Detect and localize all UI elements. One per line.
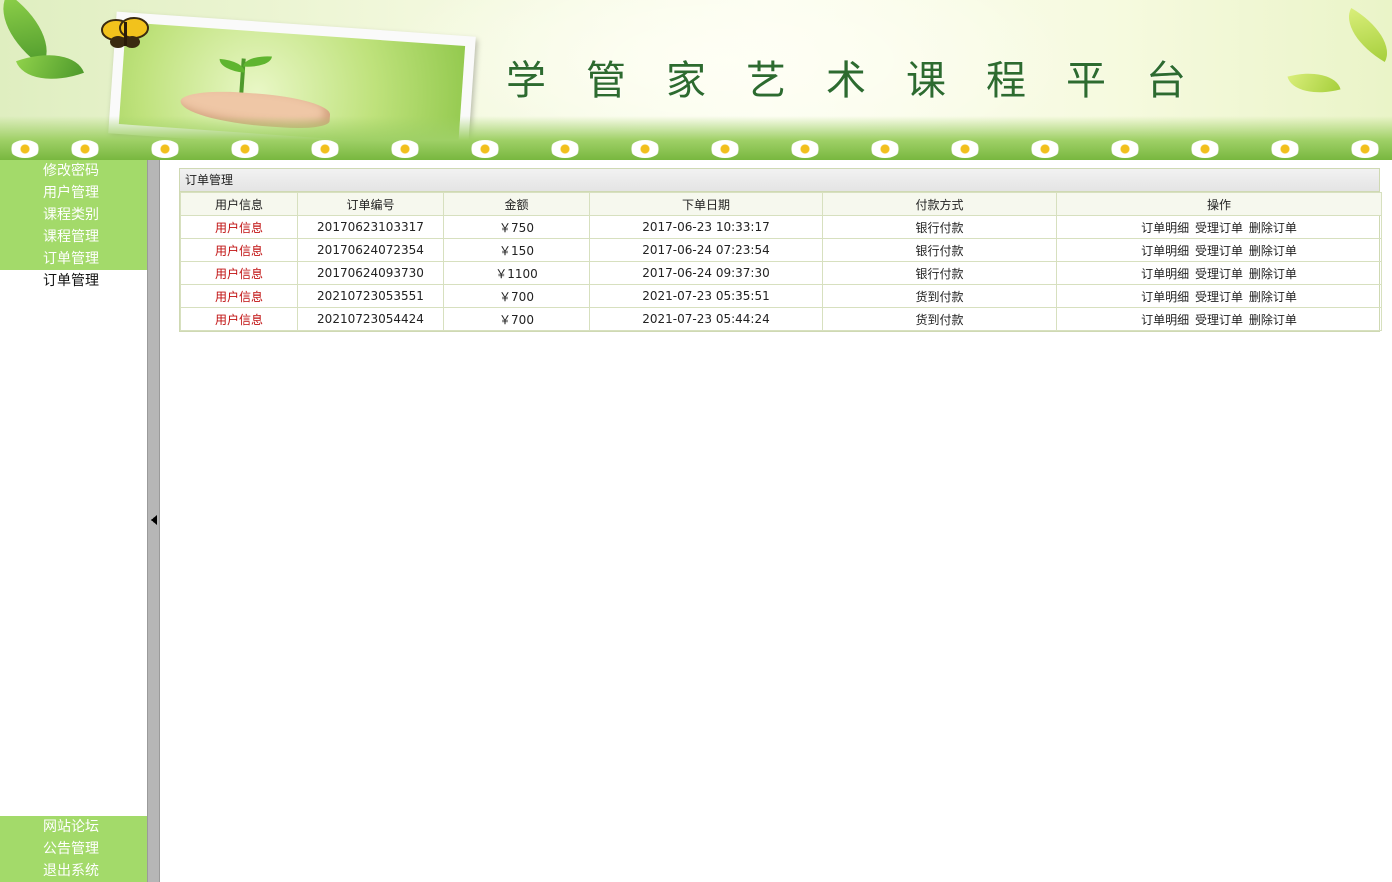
delete-order-link[interactable]: 删除订单 <box>1249 244 1297 258</box>
accept-order-link[interactable]: 受理订单 <box>1195 221 1243 235</box>
sidebar-item-logout[interactable]: 退出系统 <box>0 860 147 882</box>
table-row: 用户信息 20210723053551 ￥700 2021-07-23 05:3… <box>180 284 1382 308</box>
user-info-link[interactable]: 用户信息 <box>215 267 263 281</box>
column-header-order-no: 订单编号 <box>297 192 444 216</box>
order-date: 2017-06-23 10:33:17 <box>589 215 823 239</box>
delete-order-link[interactable]: 删除订单 <box>1249 290 1297 304</box>
collapse-left-arrow-icon[interactable] <box>151 515 157 525</box>
sidebar-menu-bottom: 网站论坛 公告管理 退出系统 <box>0 816 147 882</box>
butterfly-icon <box>101 17 149 48</box>
platform-title: 学管家艺术课程平台 <box>506 58 1226 104</box>
order-number: 20170624093730 <box>297 261 444 285</box>
delete-order-link[interactable]: 删除订单 <box>1249 221 1297 235</box>
table-header-row: 用户信息 订单编号 金额 下单日期 付款方式 操作 <box>180 192 1382 216</box>
order-date: 2021-07-23 05:35:51 <box>589 284 823 308</box>
sidebar-item-order-management[interactable]: 订单管理 <box>0 248 147 270</box>
sidebar-item-announcement[interactable]: 公告管理 <box>0 838 147 860</box>
payment-method: 银行付款 <box>822 215 1057 239</box>
order-detail-link[interactable]: 订单明细 <box>1141 221 1189 235</box>
order-detail-link[interactable]: 订单明细 <box>1141 244 1189 258</box>
table-row: 用户信息 20170623103317 ￥750 2017-06-23 10:3… <box>180 215 1382 239</box>
leaf-decoration <box>1287 64 1341 102</box>
payment-method: 银行付款 <box>822 261 1057 285</box>
user-info-link[interactable]: 用户信息 <box>215 221 263 235</box>
order-detail-link[interactable]: 订单明细 <box>1141 290 1189 304</box>
sidebar-subitem-order-management[interactable]: 订单管理 <box>0 270 147 292</box>
table-row: 用户信息 20170624093730 ￥1100 2017-06-24 09:… <box>180 261 1382 285</box>
sidebar-item-course-management[interactable]: 课程管理 <box>0 226 147 248</box>
user-info-link[interactable]: 用户信息 <box>215 244 263 258</box>
column-header-actions: 操作 <box>1056 192 1382 216</box>
user-info-link[interactable]: 用户信息 <box>215 313 263 327</box>
order-date: 2017-06-24 09:37:30 <box>589 261 823 285</box>
order-amount: ￥700 <box>443 284 590 308</box>
order-amount: ￥750 <box>443 215 590 239</box>
grass-decoration <box>0 116 1392 160</box>
order-date: 2017-06-24 07:23:54 <box>589 238 823 262</box>
panel-title: 订单管理 <box>180 169 1379 192</box>
order-detail-link[interactable]: 订单明细 <box>1141 313 1189 327</box>
sidebar: 修改密码 用户管理 课程类别 课程管理 订单管理 订单管理 网站论坛 公告管理 … <box>0 160 147 882</box>
header-banner: 学管家艺术课程平台 <box>0 0 1392 160</box>
sidebar-item-course-category[interactable]: 课程类别 <box>0 204 147 226</box>
column-header-amount: 金额 <box>443 192 590 216</box>
order-amount: ￥150 <box>443 238 590 262</box>
order-amount: ￥1100 <box>443 261 590 285</box>
order-number: 20210723053551 <box>297 284 444 308</box>
order-number: 20170623103317 <box>297 215 444 239</box>
orders-table: 用户信息 订单编号 金额 下单日期 付款方式 操作 用户信息 201706231… <box>180 192 1382 331</box>
accept-order-link[interactable]: 受理订单 <box>1195 267 1243 281</box>
order-amount: ￥700 <box>443 307 590 331</box>
delete-order-link[interactable]: 删除订单 <box>1249 267 1297 281</box>
sidebar-item-forum[interactable]: 网站论坛 <box>0 816 147 838</box>
user-info-link[interactable]: 用户信息 <box>215 290 263 304</box>
delete-order-link[interactable]: 删除订单 <box>1249 313 1297 327</box>
payment-method: 货到付款 <box>822 307 1057 331</box>
order-date: 2021-07-23 05:44:24 <box>589 307 823 331</box>
frame-splitter[interactable] <box>147 160 160 882</box>
table-row: 用户信息 20210723054424 ￥700 2021-07-23 05:4… <box>180 307 1382 331</box>
sidebar-item-user-management[interactable]: 用户管理 <box>0 182 147 204</box>
leaf-decoration <box>1336 8 1392 62</box>
column-header-payment: 付款方式 <box>822 192 1057 216</box>
payment-method: 银行付款 <box>822 238 1057 262</box>
order-number: 20210723054424 <box>297 307 444 331</box>
orders-panel: 订单管理 用户信息 订单编号 金额 下单日期 付款方式 操作 用户信息 2017… <box>179 168 1382 332</box>
accept-order-link[interactable]: 受理订单 <box>1195 290 1243 304</box>
sidebar-menu-top: 修改密码 用户管理 课程类别 课程管理 订单管理 <box>0 160 147 270</box>
column-header-user: 用户信息 <box>180 192 298 216</box>
table-row: 用户信息 20170624072354 ￥150 2017-06-24 07:2… <box>180 238 1382 262</box>
accept-order-link[interactable]: 受理订单 <box>1195 313 1243 327</box>
main-content: 订单管理 用户信息 订单编号 金额 下单日期 付款方式 操作 用户信息 2017… <box>179 168 1382 332</box>
order-number: 20170624072354 <box>297 238 444 262</box>
order-detail-link[interactable]: 订单明细 <box>1141 267 1189 281</box>
sidebar-item-change-password[interactable]: 修改密码 <box>0 160 147 182</box>
accept-order-link[interactable]: 受理订单 <box>1195 244 1243 258</box>
payment-method: 货到付款 <box>822 284 1057 308</box>
column-header-date: 下单日期 <box>589 192 823 216</box>
